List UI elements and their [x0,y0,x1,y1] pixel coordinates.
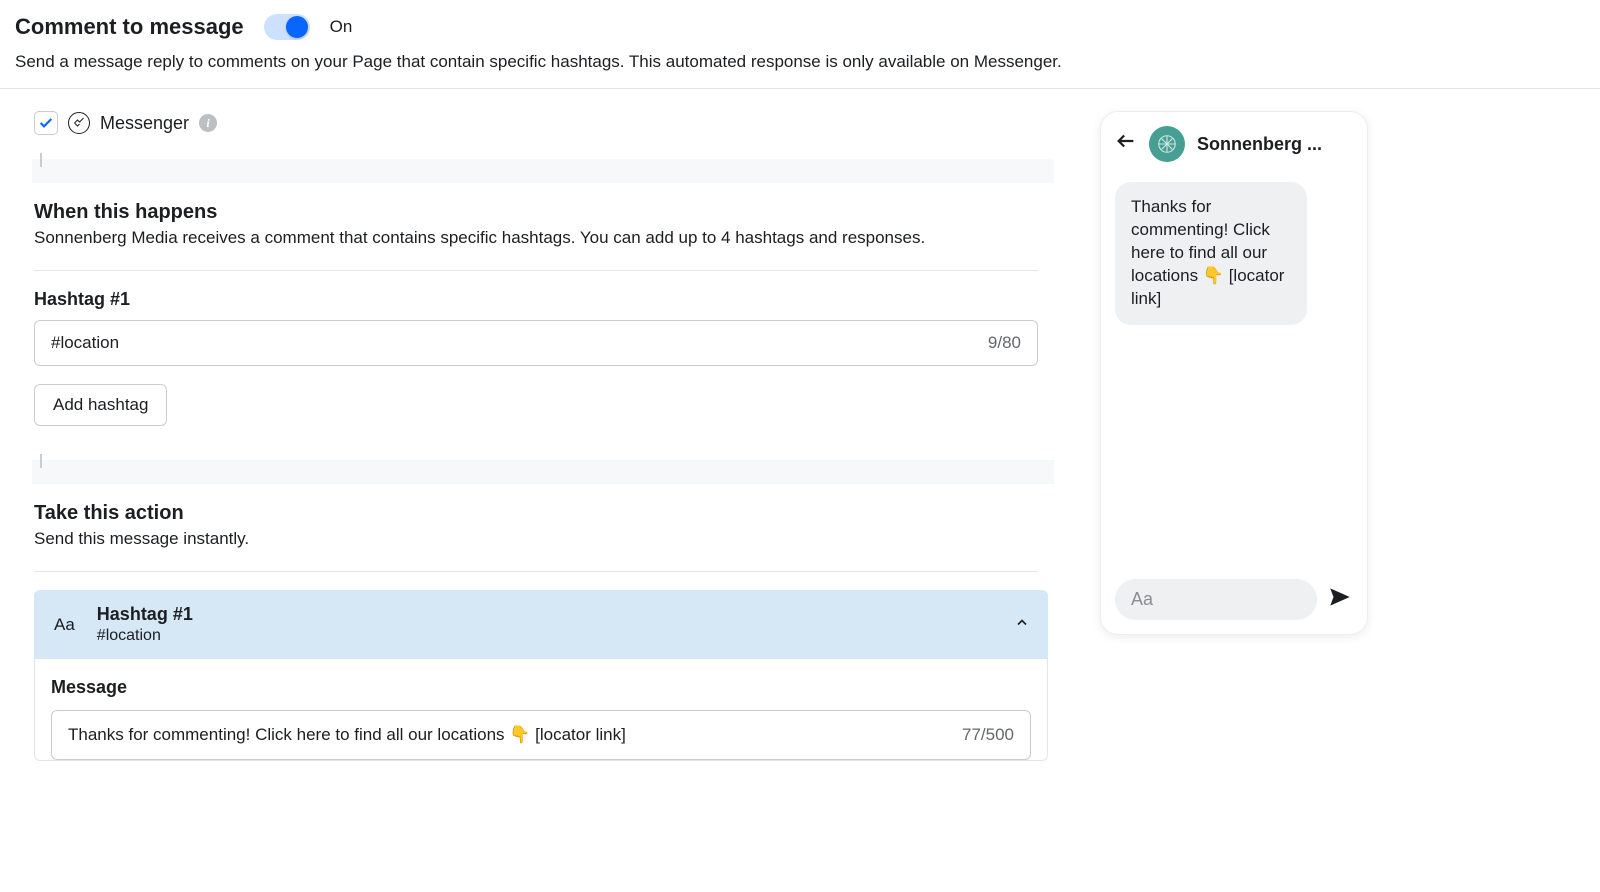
message-input[interactable] [68,725,962,745]
preview-message-bubble: Thanks for commenting! Click here to fin… [1115,182,1307,325]
toggle-state-label: On [330,17,353,37]
action-section-title: Take this action [34,502,1038,525]
messenger-icon [68,112,90,134]
preview-title: Sonnenberg ... [1197,134,1322,155]
page-description: Send a message reply to comments on your… [15,52,1585,72]
preview-phone: Sonnenberg ... Thanks for commenting! Cl… [1100,111,1368,635]
messenger-checkbox[interactable] [34,111,58,135]
action-card-title: Hashtag #1 [97,604,193,625]
hashtag-input[interactable] [51,333,988,353]
text-icon: Aa [54,615,75,635]
hashtag-char-count: 9/80 [988,333,1021,353]
chevron-up-icon [1014,614,1030,635]
action-section-description: Send this message instantly. [34,529,1038,549]
back-arrow-icon[interactable] [1115,130,1137,158]
hashtag-action-card[interactable]: Aa Hashtag #1 #location [34,590,1048,659]
message-char-count: 77/500 [962,725,1014,745]
platform-label: Messenger [100,113,189,134]
hashtag-input-wrap[interactable]: 9/80 [34,320,1038,366]
message-input-wrap[interactable]: 77/500 [51,710,1031,760]
info-icon[interactable]: i [199,114,217,132]
add-hashtag-button[interactable]: Add hashtag [34,384,167,426]
compose-input[interactable]: Aa [1115,579,1317,620]
hashtag-field-label: Hashtag #1 [34,289,1060,310]
send-icon[interactable] [1327,584,1353,615]
feature-toggle[interactable] [264,14,310,40]
avatar [1149,126,1185,162]
when-section-description: Sonnenberg Media receives a comment that… [34,228,1038,248]
when-section-title: When this happens [34,201,1038,224]
action-card-subtitle: #location [97,627,193,645]
page-title: Comment to message [15,14,244,40]
message-field-label: Message [51,677,1031,698]
